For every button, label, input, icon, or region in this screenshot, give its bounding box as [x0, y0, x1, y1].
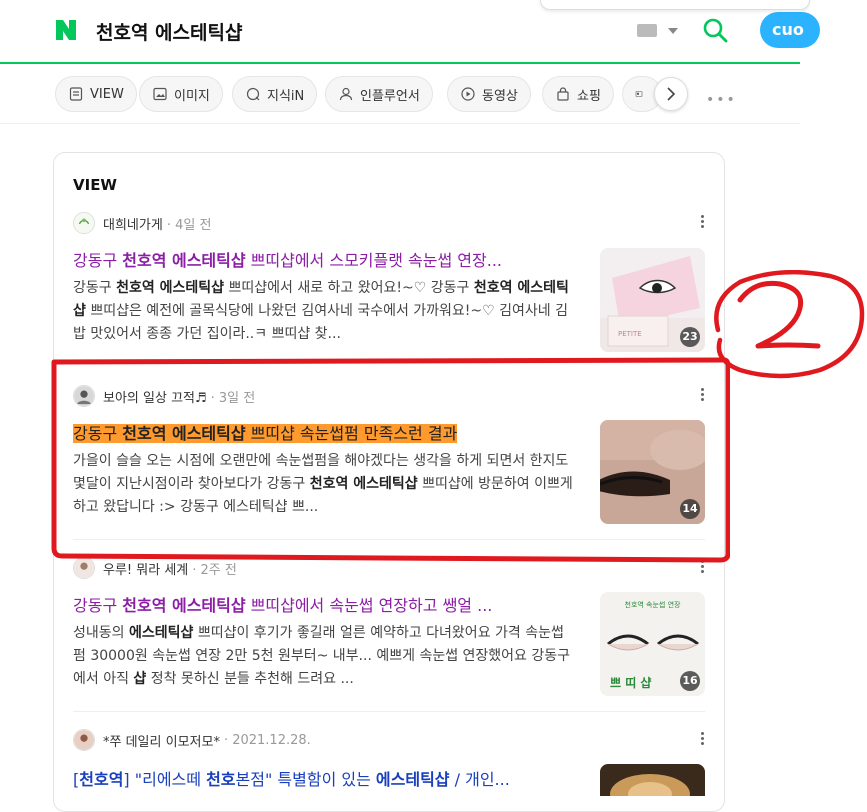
- post-title[interactable]: [천호역] "리에스떼 천호본점" 특별함이 있는 에스테틱샵 / 개인...: [73, 766, 585, 790]
- avatar[interactable]: [73, 212, 95, 234]
- post-thumbnail[interactable]: PETITE 23: [600, 248, 705, 352]
- doc-icon: [69, 87, 83, 101]
- title-keyword: 천호역: [79, 770, 124, 789]
- post-date: · 4일 전: [166, 217, 212, 233]
- search-icon[interactable]: [702, 17, 728, 43]
- chevron-right-icon: [667, 87, 676, 101]
- image-icon: [153, 87, 167, 101]
- tab-kin[interactable]: 지식iN: [232, 76, 318, 112]
- desc-part: 쁘띠샵에서 새로 하고 왔어요!~♡ 강동구: [224, 280, 474, 296]
- list-item: 우루! 뭐라 세계 · 2주 전 강동구 천호역 에스테틱샵 쁘띠샵에서 속눈썹…: [73, 556, 705, 696]
- spa-image: [600, 764, 705, 796]
- naver-logo-icon[interactable]: [54, 18, 78, 42]
- tab-label: 동영상: [482, 88, 518, 104]
- desc-keyword: 샵: [133, 671, 147, 687]
- desc-part: 성내동의: [73, 625, 129, 641]
- post-description[interactable]: 강동구 천호역 에스테틱샵 쁘띠샵에서 새로 하고 왔어요!~♡ 강동구 천호역…: [73, 277, 579, 346]
- keyboard-icon[interactable]: [637, 24, 657, 37]
- tab-shopping[interactable]: 쇼핑: [542, 76, 614, 112]
- eyelash-image: [607, 634, 699, 651]
- title-part: / 개인...: [449, 770, 510, 789]
- tab-view[interactable]: VIEW: [55, 76, 137, 112]
- post-date-value: 4일 전: [175, 217, 212, 233]
- bag-icon: [557, 87, 569, 101]
- author-name[interactable]: 대희네가게: [103, 214, 163, 233]
- post-thumbnail[interactable]: 천호역 속눈썹 연장 쁘 띠 샵 16: [600, 592, 705, 696]
- title-part: 쁘띠샵에서 속눈썹 연장하고 쌩얼 ...: [245, 596, 493, 615]
- list-item: 대희네가게 · 4일 전 강동구 천호역 에스테틱샵 쁘띠샵에서 스모키플랫 속…: [73, 211, 705, 352]
- title-keyword: 천호역 에스테틱샵: [122, 251, 246, 270]
- tab-label: 인플루언서: [360, 88, 420, 104]
- title-keyword: 천호역 에스테틱샵: [122, 596, 246, 615]
- person-icon: [339, 87, 353, 101]
- author-name[interactable]: *쭈 데일리 이모저모*: [103, 731, 220, 750]
- desc-part: 강동구: [73, 280, 117, 296]
- post-meta: *쭈 데일리 이모저모* · 2021.12.28.: [73, 728, 311, 752]
- tabs-next-button[interactable]: [654, 77, 688, 111]
- section-title: VIEW: [73, 176, 117, 194]
- desc-keyword: 에스테틱샵: [128, 625, 194, 641]
- avatar[interactable]: [73, 729, 95, 751]
- post-date-value: 2주 전: [200, 562, 237, 578]
- popup-edge: [540, 0, 810, 10]
- news-icon: [635, 91, 643, 97]
- post-title[interactable]: 강동구 천호역 에스테틱샵 쁘띠샵에서 속눈썹 연장하고 쌩얼 ...: [73, 592, 585, 616]
- tab-images[interactable]: 이미지: [139, 76, 223, 112]
- item-divider: [73, 711, 705, 712]
- play-icon: [461, 87, 475, 101]
- promo-pill[interactable]: cuo: [760, 12, 820, 48]
- tab-label: 지식iN: [267, 88, 305, 104]
- tab-label: VIEW: [90, 86, 124, 102]
- annotation-number-two: [714, 270, 865, 379]
- title-keyword: 천호: [206, 770, 236, 789]
- post-thumbnail[interactable]: [600, 764, 705, 796]
- thumb-caption-top: 천호역 속눈썹 연장: [624, 601, 681, 609]
- title-part: 강동구: [73, 596, 123, 615]
- title-part: 본점" 특별함이 있는: [235, 770, 376, 789]
- post-meta: 대희네가게 · 4일 전: [73, 211, 211, 235]
- thumb-caption-bottom: 쁘 띠 샵: [610, 676, 652, 690]
- post-date: · 2021.12.28.: [223, 732, 311, 748]
- desc-keyword: 천호역 에스테틱샵: [116, 280, 225, 296]
- more-menu-icon[interactable]: •••: [706, 92, 737, 108]
- chevron-down-icon[interactable]: [668, 28, 678, 34]
- desc-part: 쁘띠샵은 예전에 골목식당에 나왔던 김여사네 국수에서 가까워요!~♡ 김여사…: [73, 303, 568, 342]
- svg-text:PETITE: PETITE: [618, 330, 642, 338]
- tab-video[interactable]: 동영상: [447, 76, 531, 112]
- annotation-rectangle: [51, 357, 730, 563]
- qa-icon: [246, 87, 260, 101]
- post-description[interactable]: 성내동의 에스테틱샵 쁘띠샵이 후기가 좋길래 얼른 예약하고 다녀왔어요 가격…: [73, 622, 579, 691]
- post-date-value: 2021.12.28.: [232, 732, 311, 748]
- kebab-menu-icon[interactable]: [701, 732, 705, 747]
- image-count-badge: 23: [680, 327, 700, 347]
- tab-label: 쇼핑: [577, 88, 601, 104]
- post-title[interactable]: 강동구 천호역 에스테틱샵 쁘띠샵에서 스모키플랫 속눈썹 연장...: [73, 247, 585, 271]
- image-count-badge: 16: [680, 671, 700, 691]
- list-item: *쭈 데일리 이모저모* · 2021.12.28. [천호역] "리에스떼 천…: [73, 728, 705, 808]
- kebab-menu-icon[interactable]: [701, 215, 705, 230]
- title-part: ] "리에스떼: [123, 770, 207, 789]
- title-keyword: 에스테틱샵: [375, 770, 450, 789]
- title-part: 쁘띠샵에서 스모키플랫 속눈썹 연장...: [245, 251, 502, 270]
- tab-label: 이미지: [174, 88, 210, 104]
- tab-influencer[interactable]: 인플루언서: [325, 76, 433, 112]
- search-query[interactable]: 천호역 에스테틱샵: [96, 18, 242, 45]
- desc-part: 정착 못하신 분들 추천해 드려요 ...: [146, 671, 354, 687]
- title-part: 강동구: [73, 251, 123, 270]
